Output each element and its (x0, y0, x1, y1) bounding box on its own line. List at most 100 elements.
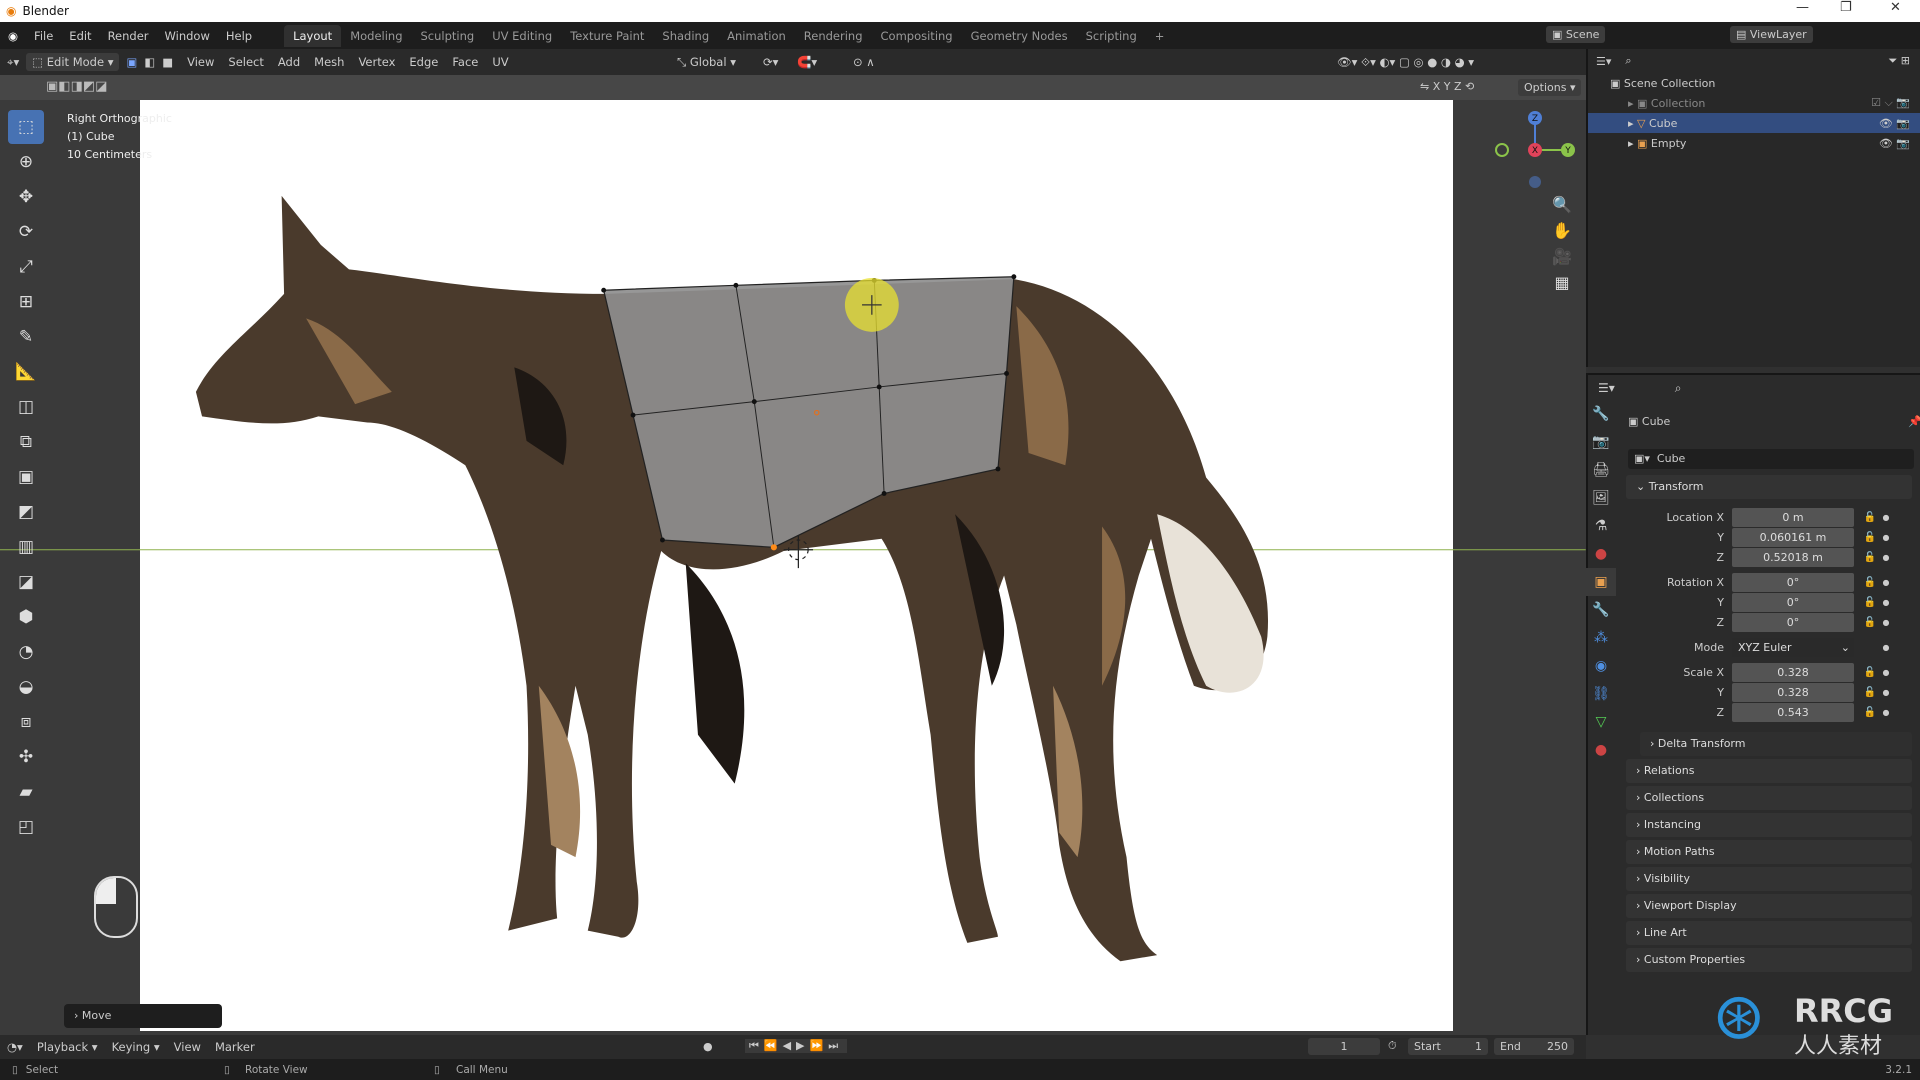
motion-paths-header[interactable]: › Motion Paths (1626, 840, 1912, 864)
rip-tool-icon[interactable]: ◰ (8, 810, 44, 844)
lock-icon[interactable]: 🔓 (1860, 597, 1880, 608)
move-tool-icon[interactable]: ✥ (8, 180, 44, 214)
particles-tab-icon[interactable]: ⁂ (1586, 624, 1616, 652)
lock-icon[interactable]: 🔓 (1860, 577, 1880, 588)
world-tab-icon[interactable]: ● (1586, 540, 1616, 568)
scale-x-field[interactable]: 0.328 (1732, 662, 1854, 682)
lock-icon[interactable]: 🔓 (1860, 532, 1880, 543)
location-y-field[interactable]: 0.060161 m (1732, 527, 1854, 547)
scene-tab-icon[interactable]: ⚗ (1586, 512, 1616, 540)
outliner-item-collection[interactable]: ▸ ▣ Collection ☑ ⌵ 📷 (1588, 93, 1920, 113)
smooth-tool-icon[interactable]: ◒ (8, 670, 44, 704)
custom-properties-header[interactable]: › Custom Properties (1626, 948, 1912, 972)
filter-icon[interactable]: ⏷ ⊞ (1888, 54, 1910, 68)
shrink-fatten-tool-icon[interactable]: ✣ (8, 740, 44, 774)
lock-icon[interactable]: 🔓 (1860, 707, 1880, 718)
scale-tool-icon[interactable]: ⤢ (8, 250, 44, 284)
extrude-tool-icon[interactable]: ⧉ (8, 425, 44, 459)
tool-tab-icon[interactable]: 🔧 (1586, 400, 1616, 428)
record-button[interactable]: ● (703, 1040, 713, 1053)
rotate-tool-icon[interactable]: ⟳ (8, 215, 44, 249)
zoom-icon[interactable]: 🔍 (1549, 192, 1575, 218)
keyframe-dot[interactable]: ● (1880, 668, 1892, 677)
visibility-icons[interactable]: ☑ ⌵ 📷 (1871, 96, 1910, 110)
gizmo-x[interactable]: X (1532, 146, 1538, 156)
outliner-scene-collection[interactable]: ▣ Scene Collection (1588, 73, 1920, 93)
location-z-field[interactable]: 0.52018 m (1732, 547, 1854, 567)
grid-ortho-icon[interactable]: ▦ (1549, 270, 1575, 296)
bevel-tool-icon[interactable]: ◩ (8, 495, 44, 529)
view-layer-tab-icon[interactable]: 🖼 (1586, 484, 1616, 512)
lock-icon[interactable]: 🔓 (1860, 687, 1880, 698)
playback-controls[interactable]: ⏮⏪◀▶⏩⏭ (745, 1039, 848, 1053)
gizmo-y[interactable]: Y (1564, 146, 1571, 156)
rotation-z-field[interactable]: 0° (1732, 612, 1854, 632)
keyframe-dot[interactable]: ● (1880, 598, 1892, 607)
current-frame-field[interactable]: 1 (1308, 1038, 1380, 1055)
camera-icon[interactable]: 🎥 (1549, 244, 1575, 270)
gizmo-z[interactable]: Z (1532, 114, 1538, 124)
relations-header[interactable]: › Relations (1626, 759, 1912, 783)
keyframe-dot[interactable]: ● (1880, 533, 1892, 542)
cursor-tool-icon[interactable]: ⊕ (8, 145, 44, 179)
annotate-tool-icon[interactable]: ✎ (8, 320, 44, 354)
keyframe-dot[interactable]: ● (1880, 643, 1892, 652)
collections-header[interactable]: › Collections (1626, 786, 1912, 810)
object-tab-icon[interactable]: ▣ (1586, 568, 1616, 596)
add-cube-tool-icon[interactable]: ◫ (8, 390, 44, 424)
line-art-header[interactable]: › Line Art (1626, 921, 1912, 945)
last-operator-panel[interactable]: › Move (64, 1004, 222, 1028)
physics-tab-icon[interactable]: ◉ (1586, 652, 1616, 680)
keyframe-dot[interactable]: ● (1880, 553, 1892, 562)
transform-tool-icon[interactable]: ⊞ (8, 285, 44, 319)
render-tab-icon[interactable]: 📷 (1586, 428, 1616, 456)
visibility-icons[interactable]: 👁 📷 (1879, 137, 1910, 150)
keyframe-dot[interactable]: ● (1880, 688, 1892, 697)
lock-icon[interactable]: 🔓 (1860, 512, 1880, 523)
keyframe-dot[interactable]: ● (1880, 708, 1892, 717)
outliner-item-cube[interactable]: ▸ ▽ Cube 👁 📷 (1588, 113, 1920, 133)
navigation-gizmo[interactable]: Z Y X (1490, 110, 1580, 200)
lock-icon[interactable]: 🔓 (1860, 552, 1880, 563)
scale-y-field[interactable]: 0.328 (1732, 682, 1854, 702)
scale-z-field[interactable]: 0.543 (1732, 702, 1854, 722)
menu-timeline-view[interactable]: View (167, 1040, 208, 1054)
location-x-field[interactable]: 0 m (1732, 507, 1854, 527)
output-tab-icon[interactable]: 🖨 (1586, 456, 1616, 484)
knife-tool-icon[interactable]: ◪ (8, 565, 44, 599)
outliner-item-empty[interactable]: ▸ ▣ Empty 👁 📷 (1588, 133, 1920, 153)
lock-icon[interactable]: 🔓 (1860, 617, 1880, 628)
lock-icon[interactable]: 🔓 (1860, 667, 1880, 678)
menu-keying[interactable]: Keying ▾ (105, 1040, 167, 1054)
edge-slide-tool-icon[interactable]: ⧈ (8, 705, 44, 739)
data-tab-icon[interactable]: ▽ (1586, 708, 1616, 736)
search-icon[interactable]: ⌕ (1675, 381, 1682, 395)
delta-transform-header[interactable]: › Delta Transform (1640, 732, 1912, 756)
rotation-x-field[interactable]: 0° (1732, 572, 1854, 592)
start-frame-field[interactable]: Start 1 (1408, 1038, 1488, 1055)
transform-panel-header[interactable]: ⌄ Transform (1626, 475, 1912, 499)
rotation-mode-dropdown[interactable]: XYZ Euler ⌄ (1732, 637, 1854, 657)
spin-tool-icon[interactable]: ◔ (8, 635, 44, 669)
rotation-y-field[interactable]: 0° (1732, 592, 1854, 612)
measure-tool-icon[interactable]: 📐 (8, 355, 44, 389)
object-name-field[interactable]: ▣▾ Cube (1628, 449, 1914, 469)
menu-marker[interactable]: Marker (208, 1040, 262, 1054)
viewport-display-header[interactable]: › Viewport Display (1626, 894, 1912, 918)
display-mode-icon[interactable]: ☰▾ (1596, 55, 1611, 68)
material-tab-icon[interactable]: ● (1586, 736, 1616, 764)
keyframe-dot[interactable]: ● (1880, 513, 1892, 522)
end-frame-field[interactable]: End 250 (1494, 1038, 1574, 1055)
visibility-header[interactable]: › Visibility (1626, 867, 1912, 891)
keyframe-dot[interactable]: ● (1880, 618, 1892, 627)
pan-hand-icon[interactable]: ✋ (1549, 218, 1575, 244)
timeline-editor-icon[interactable]: ◔▾ (0, 1040, 30, 1054)
constraints-tab-icon[interactable]: ⛓ (1586, 680, 1616, 708)
pin-icon[interactable]: 📌 (1908, 415, 1920, 428)
editor-type-icon[interactable]: ☰▾ (1598, 381, 1615, 395)
modifier-tab-icon[interactable]: 🔧 (1586, 596, 1616, 624)
menu-playback[interactable]: Playback ▾ (30, 1040, 105, 1054)
instancing-header[interactable]: › Instancing (1626, 813, 1912, 837)
filter-search-icon[interactable]: ⌕ (1625, 54, 1631, 68)
inset-tool-icon[interactable]: ▣ (8, 460, 44, 494)
